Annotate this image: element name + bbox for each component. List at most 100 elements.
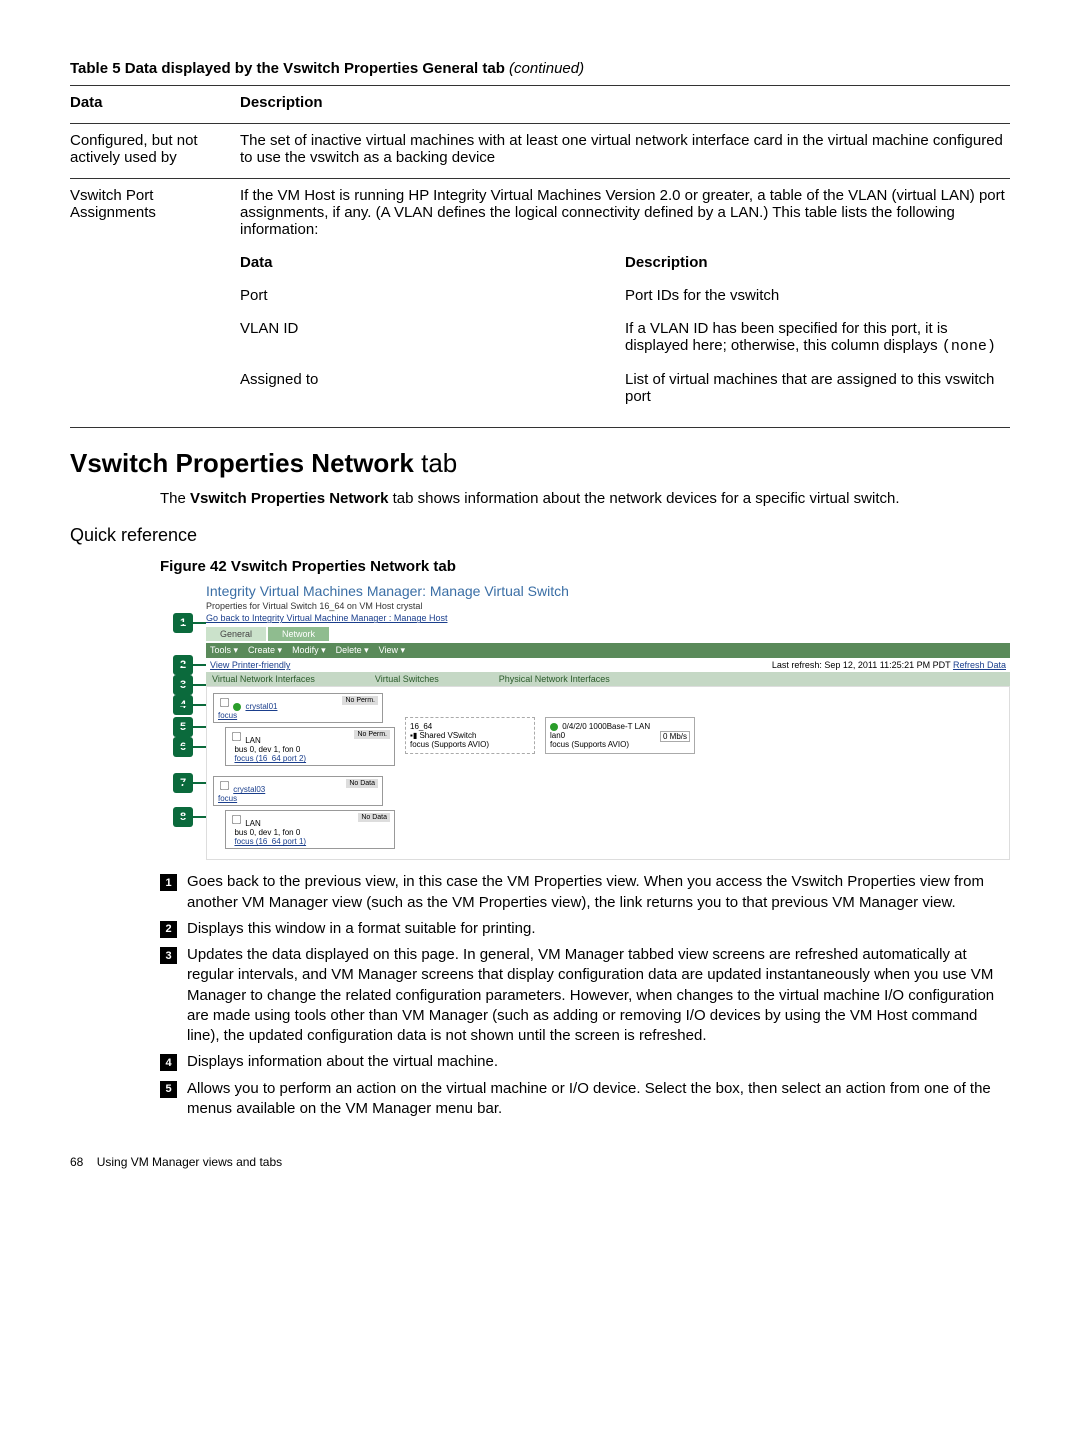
sub-th-data: Data: [240, 254, 625, 271]
chapter-name: Using VM Manager views and tabs: [97, 1155, 282, 1169]
sub-row: Assigned to List of virtual machines tha…: [240, 365, 1010, 415]
mid-shared: Shared VSwitch: [419, 731, 476, 740]
sub-desc-pre: If a VLAN ID has been specified for this…: [625, 320, 948, 354]
lan2-checkbox[interactable]: [232, 815, 241, 824]
sub-row: Port Port IDs for the vswitch: [240, 281, 1010, 314]
table-header-row: Data Description: [70, 85, 1010, 123]
lan1-title: LAN: [245, 736, 261, 745]
vm2-name[interactable]: crystal03: [233, 785, 265, 794]
shot-menubar: Tools ▾ Create ▾ Modify ▾ Delete ▾ View …: [206, 643, 1010, 658]
vm1-focus[interactable]: focus: [218, 711, 237, 720]
tab-network[interactable]: Network: [268, 627, 329, 641]
tab-general[interactable]: General: [206, 627, 266, 641]
num-1-badge: 1: [160, 874, 177, 891]
vm1-lan-box: LAN No Perm. bus 0, dev 1, fon 0 focus (…: [225, 727, 395, 766]
section-heading-bold: Vswitch Properties Network: [70, 448, 414, 478]
num-4-badge: 4: [160, 1054, 177, 1071]
sub-td-data: Port: [240, 287, 625, 304]
intro-bold: Vswitch Properties Network: [190, 490, 388, 507]
printer-link[interactable]: View Printer-friendly: [210, 660, 290, 670]
phys-nic-box: 0/4/2/0 1000Base-T LAN lan0 0 Mb/s focus…: [545, 717, 695, 754]
vm-group-2: crystal03 No Data focus LAN No Data bus …: [213, 776, 1003, 849]
section-bar: Virtual Network Interfaces Virtual Switc…: [206, 672, 1010, 686]
callout-item: 5 Allows you to perform an action on the…: [160, 1079, 1010, 1120]
menu-modify[interactable]: Modify ▾: [292, 645, 326, 656]
table-row: Configured, but not actively used by The…: [70, 123, 1010, 178]
callout-item: 3 Updates the data displayed on this pag…: [160, 945, 1010, 1046]
td-data: Vswitch Port Assignments: [70, 187, 240, 415]
callout-item: 4 Displays information about the virtual…: [160, 1052, 1010, 1072]
callout-item: 1 Goes back to the previous view, in thi…: [160, 872, 1010, 913]
sub-td-desc: List of virtual machines that are assign…: [625, 371, 1010, 405]
lan1-focus[interactable]: focus (16_64 port 2): [234, 754, 306, 763]
td-desc: The set of inactive virtual machines wit…: [240, 132, 1010, 166]
menu-create[interactable]: Create ▾: [248, 645, 282, 656]
sec-vs: Virtual Switches: [375, 674, 439, 684]
mid-vswitch-box: 16_64 ▪▮ Shared VSwitch focus (Supports …: [405, 717, 535, 754]
shot-subtitle: Properties for Virtual Switch 16_64 on V…: [206, 601, 1010, 611]
figure-42: 1 2 3 4 5 6 7 8 Integrity Virtual Machin…: [160, 583, 1010, 860]
lan2-note: No Data: [358, 813, 390, 822]
vm1-box: crystal01 No Perm. focus: [213, 693, 383, 723]
intro-paragraph: The Vswitch Properties Network tab shows…: [160, 489, 1010, 509]
th-data: Data: [70, 94, 240, 111]
num-5-badge: 5: [160, 1081, 177, 1098]
lan1-note: No Perm.: [354, 730, 390, 739]
td-desc-block: If the VM Host is running HP Integrity V…: [240, 187, 1010, 415]
num-4-text: Displays information about the virtual m…: [187, 1052, 1010, 1072]
vm2-box: crystal03 No Data focus: [213, 776, 383, 806]
refresh-text: Last refresh: Sep 12, 2011 11:25:21 PM P…: [772, 660, 1006, 670]
screenshot-panel: Integrity Virtual Machines Manager: Mana…: [206, 583, 1010, 860]
sub-td-desc: Port IDs for the vswitch: [625, 287, 1010, 304]
status-icon: [233, 703, 241, 711]
lan1-line: bus 0, dev 1, fon 0: [234, 745, 300, 754]
shot-title: Integrity Virtual Machines Manager: Mana…: [206, 583, 1010, 599]
sub-desc-mono: (none): [942, 338, 996, 355]
table-title-bold: Table 5 Data displayed by the Vswitch Pr…: [70, 60, 505, 77]
sub-th-desc: Description: [625, 254, 1010, 271]
status-icon: [550, 723, 558, 731]
sub-td-desc: If a VLAN ID has been specified for this…: [625, 320, 1010, 355]
section-heading-normal: tab: [414, 448, 457, 478]
num-1-text: Goes back to the previous view, in this …: [187, 872, 1010, 913]
vm2-note: No Data: [346, 779, 378, 788]
table-title: Table 5 Data displayed by the Vswitch Pr…: [70, 60, 1010, 77]
mid-focus[interactable]: focus (Supports AVIO): [410, 740, 489, 749]
sub-td-data: VLAN ID: [240, 320, 625, 355]
lan1-checkbox[interactable]: [232, 732, 241, 741]
vm2-checkbox[interactable]: [220, 781, 229, 790]
mid-name: 16_64: [410, 722, 432, 731]
lan2-line: bus 0, dev 1, fon 0: [234, 828, 300, 837]
table-end-rule: [70, 427, 1010, 428]
vm1-checkbox[interactable]: [220, 698, 229, 707]
num-3-badge: 3: [160, 947, 177, 964]
refresh-link[interactable]: Refresh Data: [953, 660, 1006, 670]
vm2-focus[interactable]: focus: [218, 794, 237, 803]
quick-reference-heading: Quick reference: [70, 525, 1010, 546]
lan2-focus[interactable]: focus (16_64 port 1): [234, 837, 306, 846]
sec-pni: Physical Network Interfaces: [499, 674, 610, 684]
vm1-name[interactable]: crystal01: [245, 702, 277, 711]
callout-item: 2 Displays this window in a format suita…: [160, 919, 1010, 939]
menu-delete[interactable]: Delete ▾: [336, 645, 369, 656]
right-l1: 0/4/2/0 1000Base-T LAN: [562, 722, 650, 731]
intro-pre: The: [160, 490, 190, 507]
intro-post: tab shows information about the network …: [388, 490, 899, 507]
table-title-italic: (continued): [509, 60, 584, 77]
menu-tools[interactable]: Tools ▾: [210, 645, 238, 656]
num-3-text: Updates the data displayed on this page.…: [187, 945, 1010, 1046]
td-data: Configured, but not actively used by: [70, 132, 240, 166]
printer-row: View Printer-friendly Last refresh: Sep …: [206, 658, 1010, 672]
td-desc: If the VM Host is running HP Integrity V…: [240, 187, 1010, 238]
vm2-lan-box: LAN No Data bus 0, dev 1, fon 0 focus (1…: [225, 810, 395, 849]
menu-view[interactable]: View ▾: [379, 645, 405, 656]
num-2-badge: 2: [160, 921, 177, 938]
lan2-title: LAN: [245, 819, 261, 828]
callout-list: 1 Goes back to the previous view, in thi…: [160, 872, 1010, 1119]
right-focus[interactable]: focus (Supports AVIO): [550, 740, 629, 749]
shot-body: crystal01 No Perm. focus LAN No Perm. bu…: [206, 686, 1010, 860]
callout-column: 1 2 3 4 5 6 7 8: [160, 583, 206, 823]
refresh-pre: Last refresh: Sep 12, 2011 11:25:21 PM P…: [772, 660, 953, 670]
vm-group-1: crystal01 No Perm. focus LAN No Perm. bu…: [213, 693, 1003, 770]
back-link[interactable]: Go back to Integrity Virtual Machine Man…: [206, 613, 1010, 623]
